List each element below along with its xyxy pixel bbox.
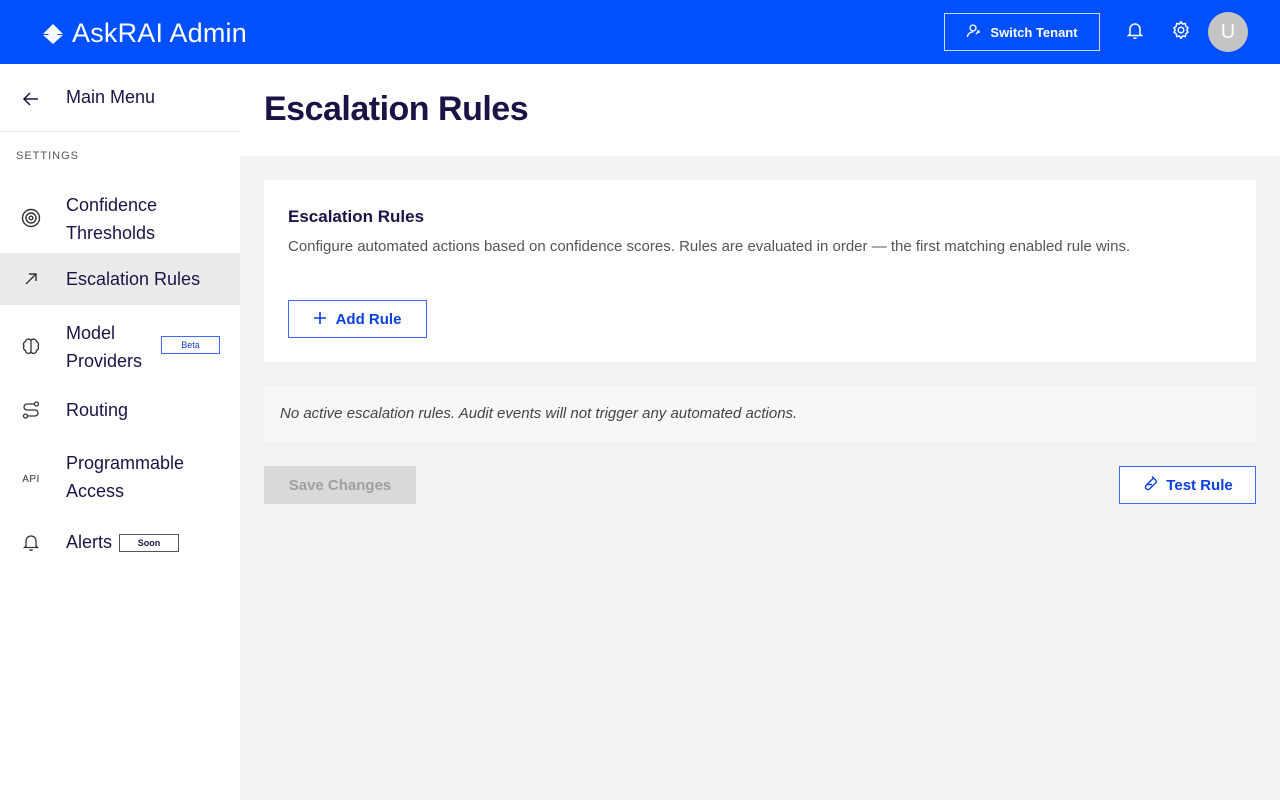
page-title: Escalation Rules	[264, 90, 529, 128]
sidebar-item-label: Confidence Thresholds	[66, 195, 158, 243]
sidebar-item-label: Alerts	[66, 532, 113, 552]
arrow-up-right-icon	[20, 268, 42, 290]
test-rule-label: Test Rule	[1166, 476, 1233, 494]
save-changes-button[interactable]: Save Changes	[264, 466, 416, 504]
sidebar-item-model-providers[interactable]: Model Providers Beta	[0, 316, 240, 380]
settings-section-label: SETTINGS	[16, 150, 80, 162]
main-menu-link[interactable]: Main Menu	[0, 64, 240, 132]
plus-icon	[313, 311, 326, 328]
sidebar-item-label: Escalation Rules	[66, 269, 201, 289]
target-icon	[20, 207, 42, 229]
page-header: Escalation Rules	[240, 64, 1280, 156]
beta-badge: Beta	[161, 336, 220, 354]
notice-text: No active escalation rules. Audit events…	[280, 405, 798, 422]
avatar[interactable]: U	[1208, 12, 1248, 52]
add-rule-button[interactable]: Add Rule	[288, 300, 427, 338]
brand-logo-icon	[42, 22, 64, 46]
avatar-initial: U	[1220, 20, 1236, 43]
sidebar-item-label: Model Providers	[66, 323, 143, 371]
user-switch-icon	[966, 23, 982, 42]
notifications-button[interactable]	[1123, 20, 1147, 44]
arrow-left-icon	[20, 88, 42, 110]
sidebar-item-label: Routing	[66, 400, 129, 420]
gear-icon	[1171, 20, 1191, 45]
brand-title: AskRAI Admin	[72, 18, 247, 48]
settings-button[interactable]	[1169, 20, 1193, 44]
bell-icon	[20, 531, 42, 553]
soon-badge: Soon	[119, 534, 179, 552]
sidebar: Main Menu SETTINGS Confidence Thresholds…	[0, 64, 240, 800]
flask-icon	[1142, 475, 1158, 495]
card-description: Configure automated actions based on con…	[288, 238, 1131, 255]
sidebar-item-programmable-access[interactable]: API Programmable Access	[0, 448, 240, 510]
card-title: Escalation Rules	[288, 207, 425, 226]
switch-tenant-button[interactable]: Switch Tenant	[944, 13, 1100, 51]
top-bar: AskRAI Admin Switch Tenant U	[0, 0, 1280, 64]
main-menu-label: Main Menu	[66, 87, 156, 107]
sidebar-item-alerts[interactable]: Alerts Soon	[0, 516, 240, 568]
sidebar-item-routing[interactable]: Routing	[0, 384, 240, 436]
route-icon	[20, 399, 42, 421]
sidebar-item-confidence-thresholds[interactable]: Confidence Thresholds	[0, 184, 240, 252]
api-icon: API	[22, 473, 40, 485]
empty-rules-notice: No active escalation rules. Audit events…	[264, 386, 1256, 442]
brand[interactable]: AskRAI Admin	[42, 18, 247, 49]
sidebar-item-escalation-rules[interactable]: Escalation Rules	[0, 253, 240, 305]
bell-icon	[1125, 20, 1145, 45]
add-rule-label: Add Rule	[335, 310, 402, 328]
brain-icon	[20, 335, 42, 357]
escalation-rules-card: Escalation Rules Configure automated act…	[264, 180, 1256, 362]
test-rule-button[interactable]: Test Rule	[1119, 466, 1256, 504]
switch-tenant-label: Switch Tenant	[990, 24, 1078, 40]
sidebar-item-label: Programmable Access	[66, 453, 185, 501]
